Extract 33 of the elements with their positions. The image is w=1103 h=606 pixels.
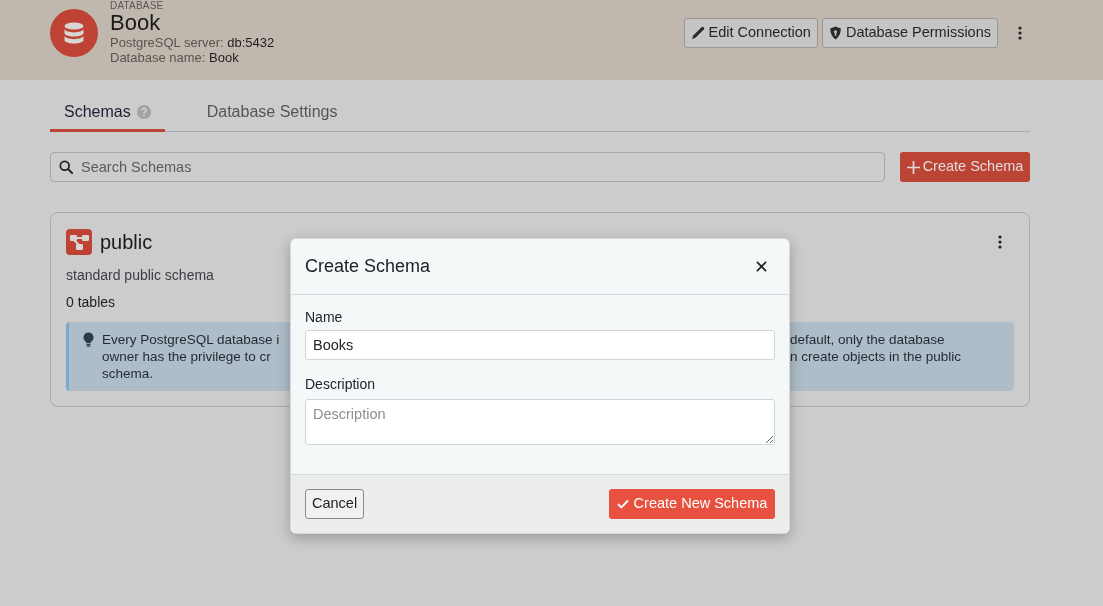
- permissions-button[interactable]: Database Permissions: [821, 18, 998, 48]
- pencil-icon: [690, 26, 705, 40]
- input-field[interactable]: Books: [305, 330, 775, 360]
- table-count: 0 tables: [66, 293, 116, 311]
- tab[interactable]: Schemas: [50, 95, 165, 132]
- database-icon: [50, 9, 98, 57]
- detail-text: Database name: Book: [110, 50, 240, 66]
- note-text: Every PostgreSQL database i owner has the privilege to cr schema.: [102, 331, 281, 382]
- note-text: default, only the database n create objects in the public: [790, 331, 963, 365]
- kebab-icon: [1018, 26, 1022, 40]
- field-label: Description: [305, 376, 376, 393]
- check-icon: [616, 499, 629, 509]
- create-schema-button[interactable]: Create Schema: [900, 152, 1030, 182]
- dialog-title: Create Schema: [305, 255, 431, 278]
- submit-button[interactable]: Create New Schema: [609, 489, 775, 519]
- search-icon: [59, 160, 73, 174]
- edit-button[interactable]: Edit Connection: [683, 18, 818, 48]
- detail-text: PostgreSQL server: db:5432: [110, 34, 275, 50]
- field-label: Name: [305, 309, 343, 326]
- database-title: Book: [110, 10, 162, 35]
- shield-icon: [828, 26, 842, 40]
- search-field[interactable]: Search Schemas: [50, 152, 885, 182]
- lightbulb-icon: [83, 332, 94, 347]
- tab[interactable]: Database Settings: [192, 95, 352, 132]
- cancel-button[interactable]: Cancel: [305, 489, 365, 519]
- textarea-field[interactable]: Description: [305, 399, 775, 445]
- section-label: DATABASE: [110, 0, 165, 11]
- kebab-icon: [998, 235, 1002, 249]
- plus-icon: [906, 160, 920, 174]
- schema-description: standard public schema: [66, 266, 214, 284]
- nodes-icon: [66, 229, 92, 255]
- schema-name: public: [100, 229, 153, 255]
- close-icon: [755, 261, 767, 272]
